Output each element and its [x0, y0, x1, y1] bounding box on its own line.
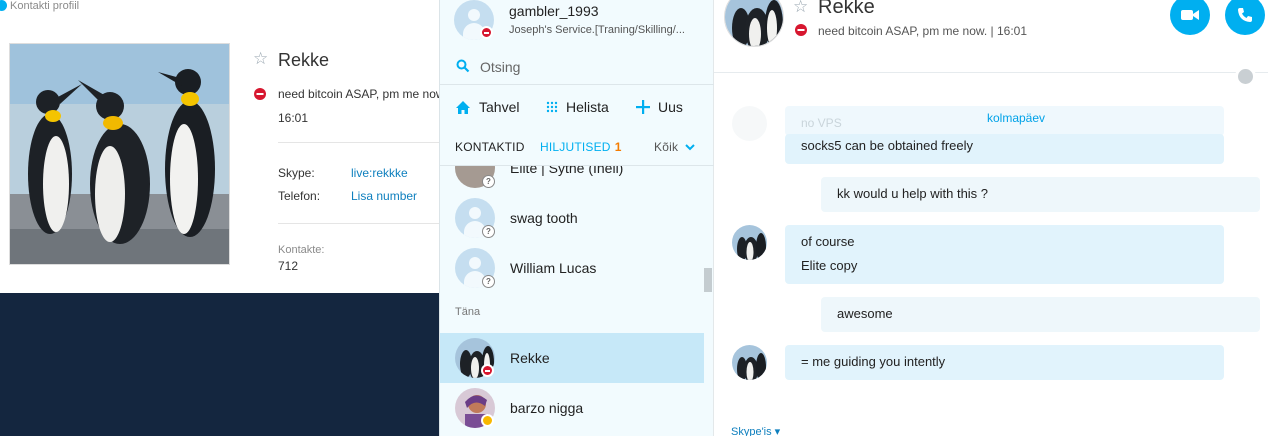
- contact-avatar: [455, 388, 495, 431]
- home-button[interactable]: Tahvel: [455, 99, 519, 115]
- my-mood[interactable]: Joseph's Service.[Traning/Skilling/...: [509, 24, 699, 36]
- phone-field-label: Telefon:: [278, 189, 321, 203]
- contact-name: Elite | Sythe (Ineli): [510, 160, 624, 176]
- message-outgoing: awesome: [821, 297, 1260, 332]
- my-username[interactable]: gambler_1993: [509, 3, 599, 19]
- message-incoming: socks5 can be obtained freely: [785, 134, 1224, 164]
- divider: [714, 72, 1268, 73]
- message-incoming: of course Elite copy: [785, 225, 1224, 284]
- profile-titlebar: Kontakti profiil: [0, 0, 440, 14]
- message-avatar: [732, 106, 767, 141]
- contacts-count-label: Kontakte:: [278, 244, 325, 256]
- profile-title: Kontakti profiil: [10, 0, 80, 12]
- divider: [278, 223, 440, 224]
- divider: [278, 142, 440, 143]
- filter-label: Kõik: [654, 140, 679, 154]
- faded-message-text: no VPS: [801, 116, 842, 130]
- message-avatar: [732, 345, 767, 380]
- tab-contacts[interactable]: KONTAKTID: [455, 140, 525, 154]
- home-label: Tahvel: [479, 99, 520, 115]
- contact-row[interactable]: ? William Lucas: [440, 243, 704, 293]
- dnd-status-icon: [795, 24, 807, 39]
- contact-avatar: [455, 338, 495, 381]
- add-phone-link[interactable]: Lisa number: [351, 189, 417, 203]
- message-text: = me guiding you intently: [801, 354, 946, 369]
- scrollbar-thumb[interactable]: [704, 268, 712, 292]
- profile-name: Rekke: [278, 50, 330, 70]
- contact-name: William Lucas: [510, 260, 597, 276]
- new-button[interactable]: Uus: [636, 99, 683, 115]
- message-text: of course: [801, 234, 855, 249]
- profile-mood: need bitcoin ASAP, pm me now: [278, 87, 445, 101]
- call-button[interactable]: Helista: [546, 99, 609, 115]
- contact-avatar: ?: [455, 198, 495, 238]
- dialpad-icon: [546, 101, 558, 113]
- message-text: kk would u help with this ?: [837, 186, 989, 201]
- message-text: awesome: [837, 306, 893, 321]
- chat-contact-name[interactable]: Rekke: [818, 0, 875, 19]
- contact-row[interactable]: ? swag tooth: [440, 193, 704, 243]
- favorite-star-icon[interactable]: ☆: [793, 0, 808, 17]
- chat-contact-avatar[interactable]: [724, 0, 784, 47]
- unknown-status-icon: ?: [482, 275, 495, 288]
- contact-row-selected[interactable]: Rekke: [440, 333, 704, 383]
- contact-name: swag tooth: [510, 210, 578, 226]
- home-icon: [456, 100, 470, 114]
- chevron-down-icon: [684, 144, 695, 151]
- video-call-button[interactable]: [1170, 0, 1210, 35]
- tab-recent[interactable]: HILJUTISED 1: [540, 140, 622, 154]
- profile-photo: [9, 43, 230, 265]
- date-separator: kolmapäev: [987, 111, 1046, 125]
- message-text: socks5 can be obtained freely: [801, 138, 973, 153]
- penguins-image: [10, 44, 229, 264]
- unknown-status-icon: ?: [482, 175, 495, 188]
- search-icon: [456, 59, 470, 76]
- message-avatar: [732, 225, 767, 260]
- message-incoming: = me guiding you intently: [785, 345, 1224, 380]
- section-header-today: Täna: [455, 306, 481, 318]
- video-camera-icon: [1181, 10, 1199, 20]
- divider: [440, 84, 714, 85]
- skype-id-link[interactable]: live:rekkke: [351, 166, 408, 180]
- contacts-panel: gambler_1993 Joseph's Service.[Traning/S…: [439, 0, 714, 436]
- contact-avatar: ?: [455, 248, 495, 288]
- unknown-status-icon: ?: [482, 225, 495, 238]
- tab-recent-label: HILJUTISED: [540, 140, 611, 154]
- dnd-status-icon: [254, 88, 266, 103]
- dnd-badge-icon: [481, 364, 494, 377]
- contact-profile-window: Kontakti profiil ☆ Rekke need bitcoin AS…: [0, 0, 445, 293]
- contact-row[interactable]: barzo nigga: [440, 383, 704, 433]
- profile-time: 16:01: [278, 111, 309, 125]
- chat-contact-mood: need bitcoin ASAP, pm me now. | 16:01: [818, 24, 1028, 38]
- contact-name: Rekke: [510, 350, 550, 366]
- globe-icon[interactable]: [1235, 66, 1256, 87]
- away-status-icon: [481, 414, 494, 427]
- chat-pane: ☆ Rekke need bitcoin ASAP, pm me now. | …: [714, 0, 1268, 436]
- skype-field-label: Skype:: [278, 166, 315, 180]
- skype-logo-icon: [0, 0, 7, 11]
- divider: [440, 165, 714, 166]
- audio-call-button[interactable]: [1225, 0, 1265, 35]
- contacts-count: 712: [278, 259, 299, 273]
- phone-icon: [1238, 8, 1252, 22]
- filter-dropdown[interactable]: Kõik: [654, 140, 695, 154]
- plus-icon: [636, 100, 650, 114]
- my-avatar[interactable]: [454, 0, 494, 40]
- contact-avatar: ?: [455, 166, 495, 188]
- message-outgoing: kk would u help with this ?: [821, 177, 1260, 212]
- call-label: Helista: [566, 99, 609, 115]
- contact-name: barzo nigga: [510, 400, 584, 416]
- new-label: Uus: [658, 99, 683, 115]
- recent-count-badge: 1: [614, 140, 622, 154]
- background-desktop: [0, 293, 440, 436]
- message-text: Elite copy: [801, 258, 858, 273]
- favorite-star-icon[interactable]: ☆: [253, 49, 268, 69]
- search-input[interactable]: Otsing: [480, 59, 520, 75]
- dnd-badge-icon: [480, 26, 493, 39]
- send-via-skype-dropdown[interactable]: Skype'is ▾: [731, 425, 780, 436]
